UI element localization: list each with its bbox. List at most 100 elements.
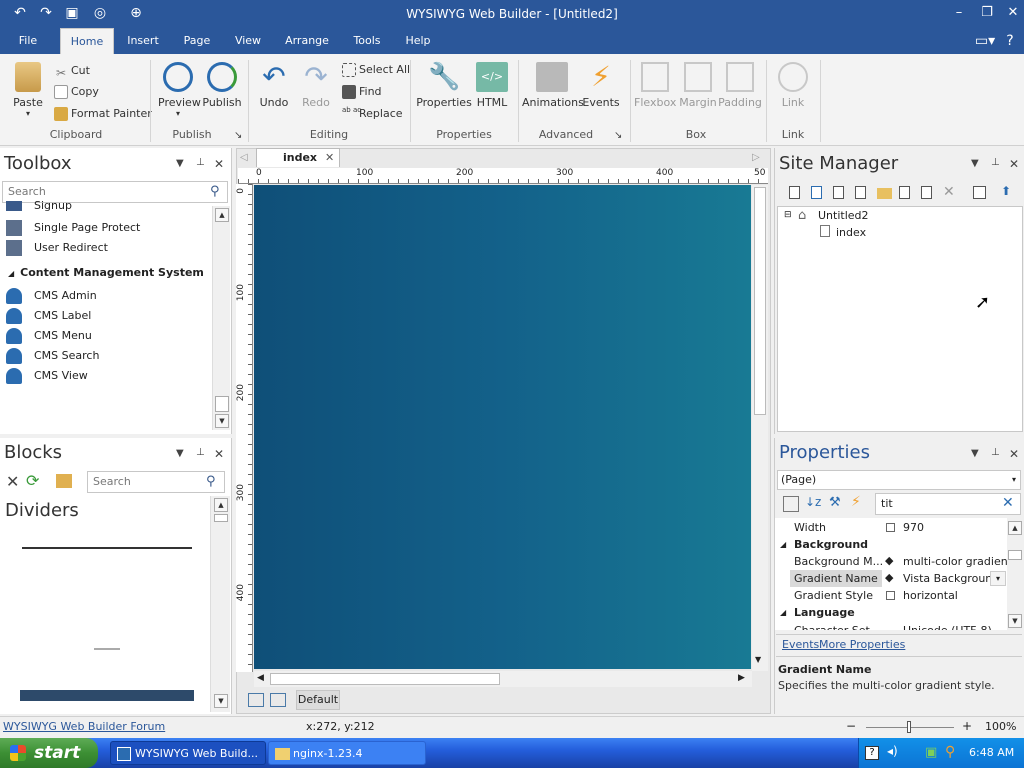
- tab-index[interactable]: index ✕: [256, 148, 340, 167]
- refresh-icon[interactable]: ⟳: [26, 471, 39, 490]
- dialog-launcher-icon[interactable]: ↘: [234, 130, 242, 141]
- html-button[interactable]: </> HTML: [474, 62, 510, 109]
- property-filter-input[interactable]: tit: [875, 493, 1021, 515]
- scroll-tabs-left-icon[interactable]: ◁: [240, 152, 248, 163]
- scroll-up-icon[interactable]: ▲: [214, 498, 228, 512]
- scroll-down-icon[interactable]: ▼: [755, 655, 761, 664]
- layout-icon[interactable]: ▭▾: [972, 32, 998, 50]
- tab-arrange[interactable]: Arrange: [280, 28, 334, 54]
- prop-category-background[interactable]: Background: [794, 536, 868, 553]
- tab-help[interactable]: Help: [400, 28, 436, 54]
- move-up-icon[interactable]: ⬆: [1001, 184, 1011, 198]
- dropdown-arrow-icon[interactable]: ▾: [990, 571, 1006, 586]
- add-folder-icon[interactable]: [56, 474, 72, 488]
- panel-menu-icon[interactable]: ▼: [176, 448, 184, 459]
- paste-button[interactable]: Paste ▾: [8, 62, 48, 118]
- page-canvas[interactable]: [254, 185, 751, 669]
- scroll-thumb[interactable]: [754, 187, 766, 415]
- list-item[interactable]: Signup: [6, 200, 72, 214]
- search-tray-icon[interactable]: ⚲: [945, 744, 955, 760]
- more-properties-link[interactable]: More Properties: [819, 638, 905, 651]
- scroll-right-icon[interactable]: ▶: [738, 673, 745, 683]
- scroll-thumb[interactable]: [1008, 550, 1022, 560]
- prop-gradstyle-value[interactable]: horizontal: [903, 587, 958, 604]
- layout-settings-icon[interactable]: [270, 693, 286, 707]
- toolbox-scrollbar[interactable]: ▲ ▼: [212, 206, 230, 430]
- scroll-up-icon[interactable]: ▲: [1008, 521, 1022, 535]
- pin-icon[interactable]: ⊥: [991, 447, 1000, 458]
- list-item[interactable]: CMS Admin: [6, 286, 97, 306]
- pin-icon[interactable]: ⊥: [991, 157, 1000, 168]
- taskbar-item-webbuilder[interactable]: WYSIWYG Web Build...: [110, 741, 266, 765]
- scroll-thumb[interactable]: [270, 673, 500, 685]
- tab-view[interactable]: View: [228, 28, 268, 54]
- scroll-down-icon[interactable]: ▼: [215, 414, 229, 428]
- padding-button[interactable]: Padding: [718, 62, 762, 109]
- link-button[interactable]: Link: [774, 62, 812, 109]
- delete-icon[interactable]: ✕: [6, 472, 19, 491]
- list-item[interactable]: CMS Search: [6, 346, 99, 366]
- layout-default-button[interactable]: Default: [296, 690, 340, 710]
- cut-button[interactable]: ✂ Cut: [54, 62, 90, 80]
- canvas-horizontal-scrollbar[interactable]: ◀ ▶: [254, 671, 752, 687]
- category-collapse-icon[interactable]: ◢: [780, 540, 786, 549]
- scroll-left-icon[interactable]: ◀: [257, 673, 264, 683]
- close-button[interactable]: ✕: [1000, 4, 1024, 22]
- sort-az-icon[interactable]: ↓z: [805, 495, 821, 509]
- folder-icon[interactable]: [877, 188, 892, 199]
- panel-close-icon[interactable]: ✕: [1009, 447, 1019, 461]
- pin-icon[interactable]: ⊥: [196, 157, 205, 168]
- help-icon[interactable]: ?: [1000, 32, 1020, 50]
- copy-button[interactable]: Copy: [54, 83, 99, 101]
- list-item[interactable]: Single Page Protect: [6, 218, 140, 238]
- category-collapse-icon[interactable]: ◢: [780, 608, 786, 617]
- prop-category-language[interactable]: Language: [794, 604, 855, 621]
- tab-file[interactable]: File: [8, 28, 48, 54]
- list-item[interactable]: CMS Label: [6, 306, 91, 326]
- start-button[interactable]: start: [0, 738, 98, 768]
- edit-page-icon[interactable]: [899, 186, 910, 199]
- zoom-in-button[interactable]: +: [962, 719, 972, 733]
- dialog-launcher-icon[interactable]: ↘: [614, 130, 622, 141]
- tab-page[interactable]: Page: [176, 28, 218, 54]
- taskbar-item-nginx[interactable]: nginx-1.23.4: [268, 741, 426, 765]
- zoom-slider-thumb[interactable]: [907, 721, 911, 733]
- divider-preview[interactable]: [20, 690, 194, 701]
- zoom-out-button[interactable]: −: [846, 719, 856, 733]
- page-icon[interactable]: [833, 186, 844, 199]
- prop-gradname-value[interactable]: Vista Background: [903, 570, 999, 587]
- blocks-search-input[interactable]: Search: [87, 471, 225, 493]
- panel-menu-icon[interactable]: ▼: [971, 448, 979, 459]
- page-properties-icon[interactable]: [973, 186, 986, 199]
- object-selector[interactable]: (Page) ▾: [777, 470, 1021, 490]
- publish-button[interactable]: Publish: [202, 62, 242, 109]
- panel-close-icon[interactable]: ✕: [1009, 157, 1019, 171]
- wrench-icon[interactable]: ⚒: [829, 495, 841, 510]
- prop-charset-row[interactable]: Character Set Unicode (UTF-8): [794, 622, 1008, 630]
- page-copy-icon[interactable]: [855, 186, 866, 199]
- format-painter-button[interactable]: Format Painter: [54, 105, 152, 123]
- divider-preview[interactable]: [22, 547, 192, 549]
- tab-close-icon[interactable]: ✕: [325, 149, 334, 167]
- events-button[interactable]: ⚡ Events: [582, 62, 620, 110]
- forum-link[interactable]: WYSIWYG Web Builder Forum: [3, 720, 165, 733]
- tree-collapse-icon[interactable]: ⊟: [784, 210, 792, 220]
- prop-width-value[interactable]: 970: [903, 519, 924, 536]
- scroll-thumb[interactable]: [214, 514, 228, 522]
- tab-tools[interactable]: Tools: [346, 28, 388, 54]
- flexbox-button[interactable]: Flexbox: [634, 62, 676, 109]
- blocks-scrollbar[interactable]: ▲ ▼: [210, 496, 230, 712]
- minimize-button[interactable]: –: [946, 4, 972, 22]
- list-item[interactable]: User Redirect: [6, 238, 108, 258]
- network-icon[interactable]: ▣: [925, 745, 937, 760]
- scroll-down-icon[interactable]: ▼: [1008, 614, 1022, 628]
- scroll-thumb[interactable]: [215, 396, 229, 412]
- animations-button[interactable]: Animations: [522, 62, 584, 109]
- categorized-icon[interactable]: [783, 496, 799, 512]
- new-page-blue-icon[interactable]: [811, 186, 822, 199]
- panel-menu-icon[interactable]: ▼: [971, 158, 979, 169]
- scroll-down-icon[interactable]: ▼: [214, 694, 228, 708]
- list-item[interactable]: CMS View: [6, 366, 88, 386]
- tree-page-index[interactable]: index: [836, 226, 866, 239]
- properties-button[interactable]: 🔧 Properties: [416, 62, 472, 109]
